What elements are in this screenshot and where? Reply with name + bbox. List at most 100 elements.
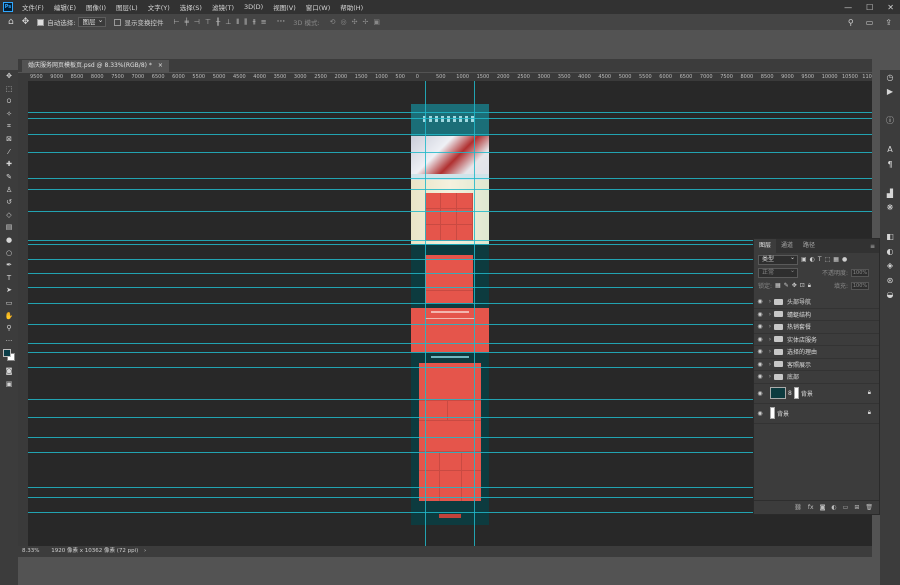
chevron-right-icon[interactable]: ›: [766, 361, 774, 368]
eye-icon[interactable]: ◉: [754, 410, 766, 417]
auto-select-option[interactable]: 自动选择: 图层: [37, 16, 107, 27]
frame-tool-icon[interactable]: ⊠: [0, 133, 18, 146]
vertical-guide[interactable]: [474, 81, 475, 546]
eye-icon[interactable]: ◉: [754, 373, 766, 380]
color-swatches[interactable]: [0, 347, 18, 365]
eraser-tool-icon[interactable]: ◇: [0, 209, 18, 222]
align-left-icon[interactable]: ⊢: [173, 18, 179, 27]
menu-type[interactable]: 文字(Y): [143, 2, 175, 12]
horizontal-guide[interactable]: [28, 512, 872, 513]
menu-image[interactable]: 图像(I): [81, 2, 111, 12]
layer-group-header-nav[interactable]: ◉ › 头部导航: [754, 296, 879, 309]
adjustment-layer-icon[interactable]: ◐: [831, 504, 836, 511]
horizontal-guide[interactable]: [28, 273, 872, 274]
tab-layers[interactable]: 图层: [754, 239, 777, 253]
horizontal-ruler[interactable]: 9500 9000 8500 8000 7500 7000 6500 6000 5500 5000…: [28, 73, 872, 81]
align-middle-icon[interactable]: ╫: [216, 18, 220, 27]
align-bottom-icon[interactable]: ⊥: [225, 18, 231, 27]
layers-panel-icon[interactable]: ◈: [880, 259, 900, 274]
eye-icon[interactable]: ◉: [754, 311, 766, 318]
move-tool-icon[interactable]: ✥: [22, 17, 30, 27]
info-panel-icon[interactable]: ⓘ: [880, 114, 900, 129]
horizontal-guide[interactable]: [28, 189, 872, 190]
add-mask-icon[interactable]: ◙: [820, 504, 826, 511]
filter-type-icon[interactable]: T: [818, 256, 822, 263]
workspace-icon[interactable]: ▭: [866, 18, 874, 27]
shape-tool-icon[interactable]: ▭: [0, 297, 18, 310]
eye-icon[interactable]: ◉: [754, 336, 766, 343]
more-tools-icon[interactable]: ···: [0, 334, 18, 347]
vertical-guide[interactable]: [425, 81, 426, 546]
home-icon[interactable]: ⌂: [8, 17, 14, 27]
magic-wand-tool-icon[interactable]: ✧: [0, 108, 18, 121]
paths-panel-icon[interactable]: ◒: [880, 288, 900, 303]
type-tool-icon[interactable]: T: [0, 272, 18, 285]
chevron-right-icon[interactable]: ›: [766, 348, 774, 355]
paragraph-panel-icon[interactable]: ¶: [880, 157, 900, 172]
layer-group-structure[interactable]: ◉ › 蜻蜓结构: [754, 309, 879, 321]
lock-position-icon[interactable]: ✥: [792, 282, 797, 289]
eyedropper-tool-icon[interactable]: ⁄: [0, 146, 18, 159]
healing-tool-icon[interactable]: ✚: [0, 158, 18, 171]
lock-transparent-icon[interactable]: ▦: [775, 282, 781, 289]
horizontal-guide[interactable]: [28, 437, 872, 438]
filter-pixel-icon[interactable]: ▣: [801, 256, 807, 263]
layer-background-fill[interactable]: ◉ 8 背景 🔒︎: [754, 384, 879, 404]
horizontal-guide[interactable]: [28, 112, 872, 113]
3d-scale-icon[interactable]: ▣: [373, 18, 380, 26]
menu-edit[interactable]: 编辑(E): [49, 2, 81, 12]
menu-view[interactable]: 视图(V): [268, 2, 301, 12]
3d-roll-icon[interactable]: ◎: [341, 18, 347, 26]
lock-all-icon[interactable]: 🔒︎: [808, 282, 811, 290]
eye-icon[interactable]: ◉: [754, 323, 766, 330]
document-tab[interactable]: 婚庆服务网页模板页.psd @ 8.33%(RGB/8) * ×: [22, 60, 169, 72]
properties-panel-icon[interactable]: ◧: [880, 230, 900, 245]
canvas-area[interactable]: [28, 81, 872, 546]
align-right-icon[interactable]: ⊣: [194, 18, 200, 27]
horizontal-guide[interactable]: [28, 118, 872, 119]
eye-icon[interactable]: ◉: [754, 348, 766, 355]
horizontal-guide[interactable]: [28, 417, 872, 418]
layer-background[interactable]: ◉ 背景 🔒︎: [754, 404, 879, 424]
eye-icon[interactable]: ◉: [754, 298, 766, 305]
menu-select[interactable]: 选择(S): [175, 2, 207, 12]
align-center-icon[interactable]: ╪: [185, 18, 189, 27]
horizontal-guide[interactable]: [28, 240, 872, 241]
layer-group-gallery[interactable]: ◉ › 客照展示: [754, 359, 879, 371]
distribute-left-icon[interactable]: ⫴: [236, 18, 239, 27]
horizontal-guide[interactable]: [28, 352, 872, 353]
lasso-tool-icon[interactable]: ଠ: [0, 95, 18, 108]
horizontal-guide[interactable]: [28, 497, 872, 498]
tab-channels[interactable]: 通道: [776, 239, 798, 253]
layer-group-store-service[interactable]: ◉ › 实体店服务: [754, 334, 879, 346]
fx-icon[interactable]: fx: [808, 504, 814, 511]
auto-select-checkbox[interactable]: [37, 18, 45, 26]
layer-group-footer[interactable]: ◉ › 底部: [754, 371, 879, 384]
path-select-tool-icon[interactable]: ➤: [0, 284, 18, 297]
chevron-right-icon[interactable]: ›: [766, 373, 774, 380]
zoom-level[interactable]: 8.33%: [22, 548, 39, 554]
chevron-right-icon[interactable]: ›: [766, 311, 774, 318]
character-panel-icon[interactable]: A: [880, 143, 900, 158]
new-group-icon[interactable]: ▭: [843, 504, 849, 511]
eye-icon[interactable]: ◉: [754, 361, 766, 368]
delete-layer-icon[interactable]: 🗑︎: [865, 504, 873, 511]
document-info[interactable]: 1920 像素 x 10362 像素 (72 ppi): [51, 548, 138, 554]
horizontal-guide[interactable]: [28, 452, 872, 453]
new-layer-icon[interactable]: ⊞: [854, 504, 859, 511]
move-tool-icon[interactable]: ✥: [0, 70, 18, 83]
crop-tool-icon[interactable]: ⌗: [0, 120, 18, 133]
history-panel-icon[interactable]: ◷: [880, 70, 900, 85]
align-top-icon[interactable]: ⊤: [205, 18, 211, 27]
tab-paths[interactable]: 路径: [798, 239, 820, 253]
menu-filter[interactable]: 滤镜(T): [207, 2, 239, 12]
navigator-panel-icon[interactable]: ❋: [880, 201, 900, 216]
document-artboard[interactable]: [411, 104, 489, 525]
lock-artboard-icon[interactable]: ⊡: [800, 282, 805, 289]
3d-rotate-icon[interactable]: ⟲: [330, 18, 336, 26]
histogram-panel-icon[interactable]: ▟: [880, 186, 900, 201]
menu-3d[interactable]: 3D(D): [239, 3, 268, 11]
vertical-ruler[interactable]: [18, 81, 28, 546]
opacity-input[interactable]: 100%: [851, 268, 869, 277]
chevron-right-icon[interactable]: ›: [766, 336, 774, 343]
